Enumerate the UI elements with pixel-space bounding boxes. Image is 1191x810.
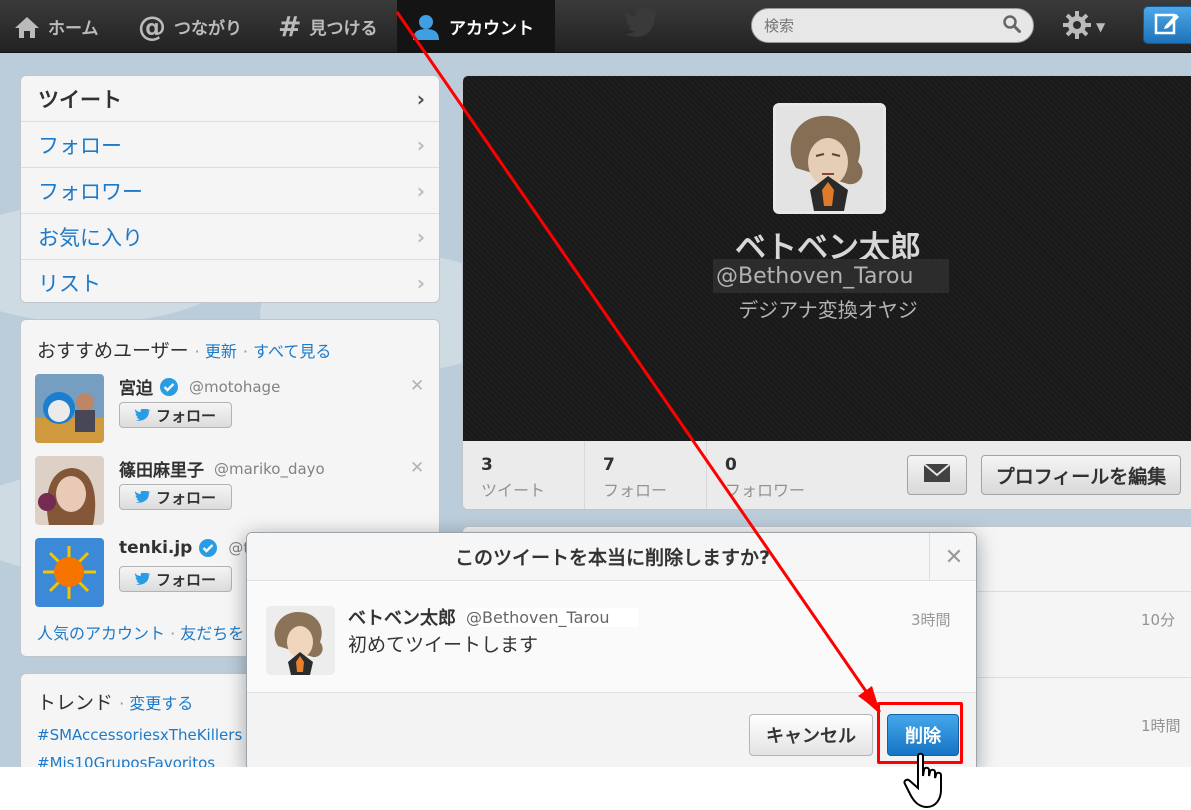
- delete-tweet-dialog: このツイートを本当に削除しますか? ✕ ベトベン太郎 @Bethoven_Tar…: [246, 532, 977, 772]
- home-icon: [14, 15, 40, 39]
- gear-icon[interactable]: [1062, 10, 1092, 44]
- compose-icon: [1154, 11, 1180, 39]
- nav-home-label: ホーム: [48, 19, 99, 39]
- nav-discover-label: 見つける: [309, 19, 378, 39]
- twitter-bird-logo-icon: [624, 7, 658, 42]
- nav-connect-label: つながり: [174, 19, 242, 39]
- hashtag-icon: #: [278, 10, 302, 43]
- search-input[interactable]: [764, 16, 1003, 35]
- nav-discover[interactable]: # 見つける: [264, 0, 394, 53]
- dialog-footer: キャンセル 削除: [247, 692, 976, 771]
- tweet-time: 3時間: [911, 611, 951, 629]
- nav-account-label: アカウント: [449, 19, 534, 39]
- compose-tweet-button[interactable]: [1143, 6, 1191, 44]
- hand-pointer-cursor-icon: [902, 752, 952, 810]
- at-icon: @: [138, 10, 166, 43]
- cancel-button[interactable]: キャンセル: [749, 714, 873, 756]
- caret-down-icon: ▼: [1096, 20, 1106, 34]
- nav-account[interactable]: アカウント: [397, 0, 555, 53]
- nav-connect[interactable]: @ つながり: [124, 0, 254, 53]
- dialog-title: このツイートを本当に削除しますか?: [247, 533, 976, 581]
- tweet-preview: ベトベン太郎 @Bethoven_Tarou 初めてツイートします 3時間: [247, 582, 976, 692]
- tweet-text: 初めてツイートします: [348, 634, 539, 656]
- search-box[interactable]: [751, 8, 1034, 43]
- bottom-margin: [0, 767, 1191, 810]
- search-icon[interactable]: [1003, 14, 1021, 37]
- close-icon[interactable]: ✕: [929, 533, 976, 581]
- tweet-author-handle: @Bethoven_Tarou: [466, 607, 638, 627]
- tweet-author-name: ベトベン太郎: [348, 608, 456, 629]
- top-navigation-bar: ホーム @ つながり # 見つける アカウント ▼: [0, 0, 1191, 53]
- nav-home[interactable]: ホーム: [0, 0, 118, 53]
- settings-menu[interactable]: ▼: [1062, 10, 1105, 44]
- avatar: [266, 606, 335, 675]
- person-icon: [411, 14, 441, 40]
